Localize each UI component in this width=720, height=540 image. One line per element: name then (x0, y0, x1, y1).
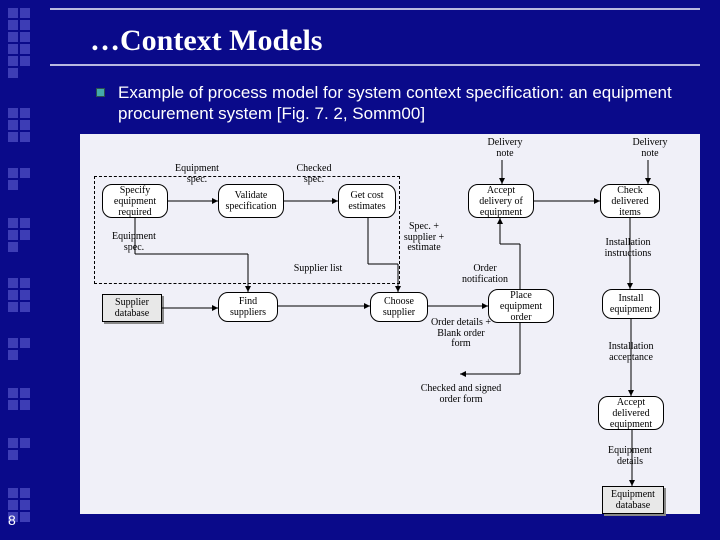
label-delivery-note-right: Delivery note (625, 138, 675, 159)
process-diagram: Specify equipment required Validate spec… (80, 134, 700, 514)
box-equipment-database: Equipment database (602, 486, 664, 514)
label-equipment-spec2: Equipment spec. (106, 232, 162, 253)
label-supplier-list: Supplier list (288, 264, 348, 275)
label-installation-instructions: Installation instructions (598, 238, 658, 259)
label-equipment-spec: Equipment spec. (172, 164, 222, 185)
title-bottom-rule (50, 64, 700, 66)
slide-title: …Context Models (90, 24, 322, 58)
box-place-order: Place equipment order (488, 289, 554, 323)
box-accept-equipment: Accept delivered equipment (598, 396, 664, 430)
box-find-suppliers: Find suppliers (218, 292, 278, 322)
box-check-items: Check delivered items (600, 184, 660, 218)
label-checked-signed: Checked and signed order form (416, 384, 506, 405)
bullet-marker (96, 88, 105, 97)
box-install: Install equipment (602, 289, 660, 319)
label-order-notification: Order notification (456, 264, 514, 285)
box-specify: Specify equipment required (102, 184, 168, 218)
decorative-squares (8, 8, 32, 532)
box-validate: Validate specification (218, 184, 284, 218)
box-get-cost: Get cost estimates (338, 184, 396, 218)
page-number: 8 (8, 512, 16, 528)
title-top-rule (50, 8, 700, 10)
box-supplier-database: Supplier database (102, 294, 162, 322)
bullet-text: Example of process model for system cont… (118, 82, 680, 125)
box-accept-delivery: Accept delivery of equipment (468, 184, 534, 218)
label-checked-spec: Checked spec. (292, 164, 336, 185)
label-delivery-note-top: Delivery note (480, 138, 530, 159)
label-spec-supplier-estimate: Spec. + supplier + estimate (397, 222, 451, 254)
box-choose-supplier: Choose supplier (370, 292, 428, 322)
label-order-details-blank: Order details + Blank order form (428, 318, 494, 350)
label-equipment-details: Equipment details (602, 446, 658, 467)
label-installation-acceptance: Installation acceptance (600, 342, 662, 363)
